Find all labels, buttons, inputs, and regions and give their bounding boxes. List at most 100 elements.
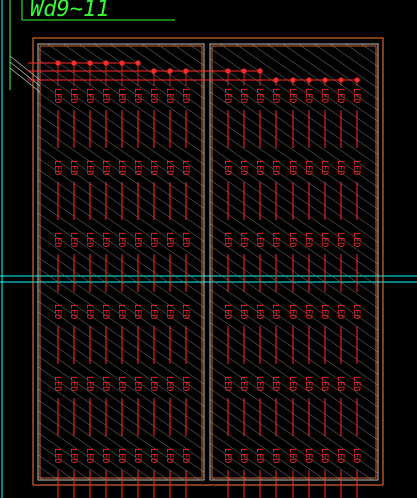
fixture-label: LED <box>116 304 126 319</box>
fixture-label: LED <box>52 160 62 175</box>
cad-drawing-canvas[interactable]: Wd9~11 LED LED LED LED LED LED LED LED LED LED LED… <box>0 0 417 498</box>
fixture-label: LED <box>100 88 110 103</box>
wire-junction-dot <box>135 60 141 66</box>
fixture-label: LED <box>68 448 78 463</box>
fixture-label: LED <box>116 448 126 463</box>
fixture-label: LED <box>164 160 174 175</box>
fixture-label: LED <box>148 304 158 319</box>
fixture-label: LED <box>270 88 280 103</box>
fixture-label: LED <box>254 232 264 247</box>
fixture-label: LED <box>270 232 280 247</box>
fixture-label: LED <box>287 304 297 319</box>
fixture-label: LED <box>351 88 361 103</box>
fixture-label: LED <box>319 304 329 319</box>
fixture-label: LED <box>351 448 361 463</box>
fixture-label: LED <box>100 160 110 175</box>
fixture-label: LED <box>303 448 313 463</box>
fixture-label: LED <box>351 232 361 247</box>
wire-junction-dot <box>273 77 279 83</box>
fixture-label: LED <box>84 160 94 175</box>
fixture-label: LED <box>68 88 78 103</box>
fixture-label: LED <box>319 232 329 247</box>
fixture-label: LED <box>303 304 313 319</box>
fixture-label: LED <box>52 232 62 247</box>
fixture-label: LED <box>303 232 313 247</box>
fixture-label: LED <box>270 376 280 391</box>
fixture-label: LED <box>335 88 345 103</box>
wire-junction-dot <box>257 68 263 74</box>
fixture-label: LED <box>287 448 297 463</box>
fixture-label: LED <box>164 304 174 319</box>
wire-junction-dot <box>87 60 93 66</box>
wire-junction-dot <box>241 68 247 74</box>
right-panel-hatch <box>210 44 378 480</box>
title-label: Wd9~11 <box>30 0 109 22</box>
fixture-label: LED <box>116 376 126 391</box>
fixture-label: LED <box>132 160 142 175</box>
fixture-label: LED <box>164 232 174 247</box>
fixture-label: LED <box>335 232 345 247</box>
fixture-label: LED <box>180 160 190 175</box>
wire-junction-dot <box>338 77 344 83</box>
fixture-label: LED <box>52 448 62 463</box>
fixture-label: LED <box>222 88 232 103</box>
fixture-label: LED <box>254 88 264 103</box>
fixture-label: LED <box>84 232 94 247</box>
fixture-label: LED <box>180 448 190 463</box>
wire-junction-dot <box>306 77 312 83</box>
wire-junction-dot <box>151 68 157 74</box>
fixture-label: LED <box>222 448 232 463</box>
fixture-label: LED <box>222 304 232 319</box>
fixture-label: LED <box>351 160 361 175</box>
fixture-label: LED <box>335 376 345 391</box>
left-panel[interactable] <box>37 43 205 481</box>
fixture-label: LED <box>132 88 142 103</box>
fixture-label: LED <box>238 376 248 391</box>
wire-junction-dot <box>71 60 77 66</box>
fixture-label: LED <box>222 160 232 175</box>
wire-junction-dot <box>119 60 125 66</box>
fixture-label: LED <box>238 88 248 103</box>
fixture-label: LED <box>84 448 94 463</box>
fixture-label: LED <box>68 232 78 247</box>
fixture-label: LED <box>116 160 126 175</box>
fixture-label: LED <box>132 232 142 247</box>
fixture-label: LED <box>303 160 313 175</box>
fixture-label: LED <box>222 376 232 391</box>
wire-junction-dot <box>167 68 173 74</box>
fixture-label: LED <box>68 376 78 391</box>
fixture-label: LED <box>335 304 345 319</box>
fixture-label: LED <box>222 232 232 247</box>
fixture-label: LED <box>303 376 313 391</box>
fixture-label: LED <box>84 376 94 391</box>
fixture-label: LED <box>270 448 280 463</box>
fixture-label: LED <box>84 88 94 103</box>
fixture-label: LED <box>116 88 126 103</box>
fixture-label: LED <box>52 88 62 103</box>
fixture-label: LED <box>287 88 297 103</box>
fixture-label: LED <box>100 376 110 391</box>
fixture-label: LED <box>164 448 174 463</box>
fixture-label: LED <box>148 88 158 103</box>
fixture-label: LED <box>303 88 313 103</box>
left-panel-hatch <box>38 44 204 480</box>
fixture-label: LED <box>254 448 264 463</box>
fixture-label: LED <box>238 448 248 463</box>
fixture-label: LED <box>132 304 142 319</box>
fixture-label: LED <box>319 448 329 463</box>
fixture-label: LED <box>100 304 110 319</box>
fixture-label: LED <box>287 376 297 391</box>
fixture-label: LED <box>148 448 158 463</box>
fixture-label: LED <box>319 376 329 391</box>
wire-junction-dot <box>183 68 189 74</box>
fixture-label: LED <box>270 304 280 319</box>
fixture-label: LED <box>238 160 248 175</box>
fixture-label: LED <box>180 88 190 103</box>
fixture-label: LED <box>148 232 158 247</box>
fixture-label: LED <box>238 232 248 247</box>
fixture-label: LED <box>116 232 126 247</box>
right-panel[interactable] <box>209 43 379 481</box>
fixture-label: LED <box>351 304 361 319</box>
fixture-label: LED <box>238 304 248 319</box>
fixture-label: LED <box>180 232 190 247</box>
